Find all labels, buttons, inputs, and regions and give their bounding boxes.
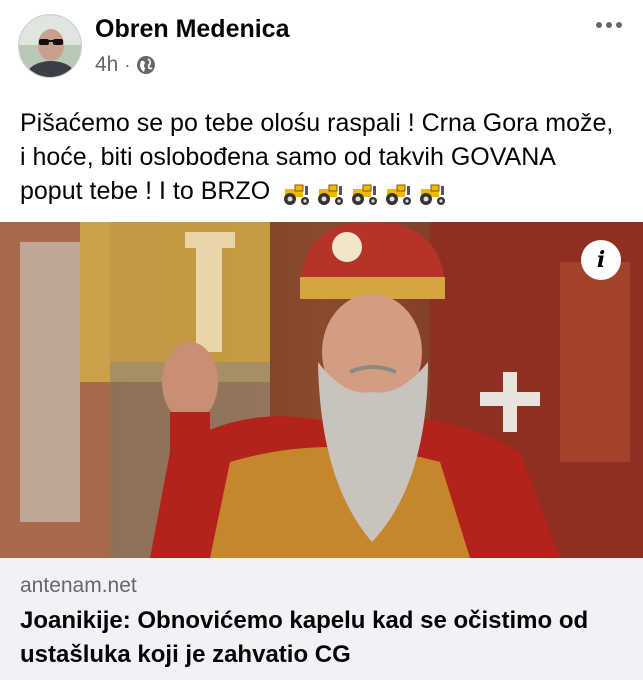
link-title[interactable]: Joanikije: Obnovićemo kapelu kad se očis… (20, 604, 620, 672)
post-header: Obren Medenica 4h · (0, 0, 643, 92)
more-dots-icon[interactable] (589, 10, 629, 40)
avatar[interactable] (18, 14, 82, 78)
tractor-emoji (349, 181, 381, 206)
link-preview-image[interactable]: i (0, 222, 643, 558)
tractor-emoji (281, 181, 313, 206)
meta-separator: · (124, 54, 131, 75)
post-text: Pišaćemo se po tebe olośu raspali ! Crna… (20, 106, 620, 208)
tractor-emoji (383, 181, 415, 206)
post-meta: 4h · (95, 53, 156, 77)
link-preview-caption[interactable]: antenam.net Joanikije: Obnovićemo kapelu… (0, 558, 643, 680)
tractor-emoji (315, 181, 347, 206)
globe-icon (136, 55, 156, 75)
bishop-photo (0, 222, 643, 558)
emoji-row (281, 181, 449, 206)
tractor-emoji (417, 181, 449, 206)
info-button[interactable]: i (581, 240, 621, 280)
link-domain: antenam.net (20, 574, 137, 597)
author-name[interactable]: Obren Medenica (95, 15, 290, 44)
post-time[interactable]: 4h (95, 53, 118, 77)
